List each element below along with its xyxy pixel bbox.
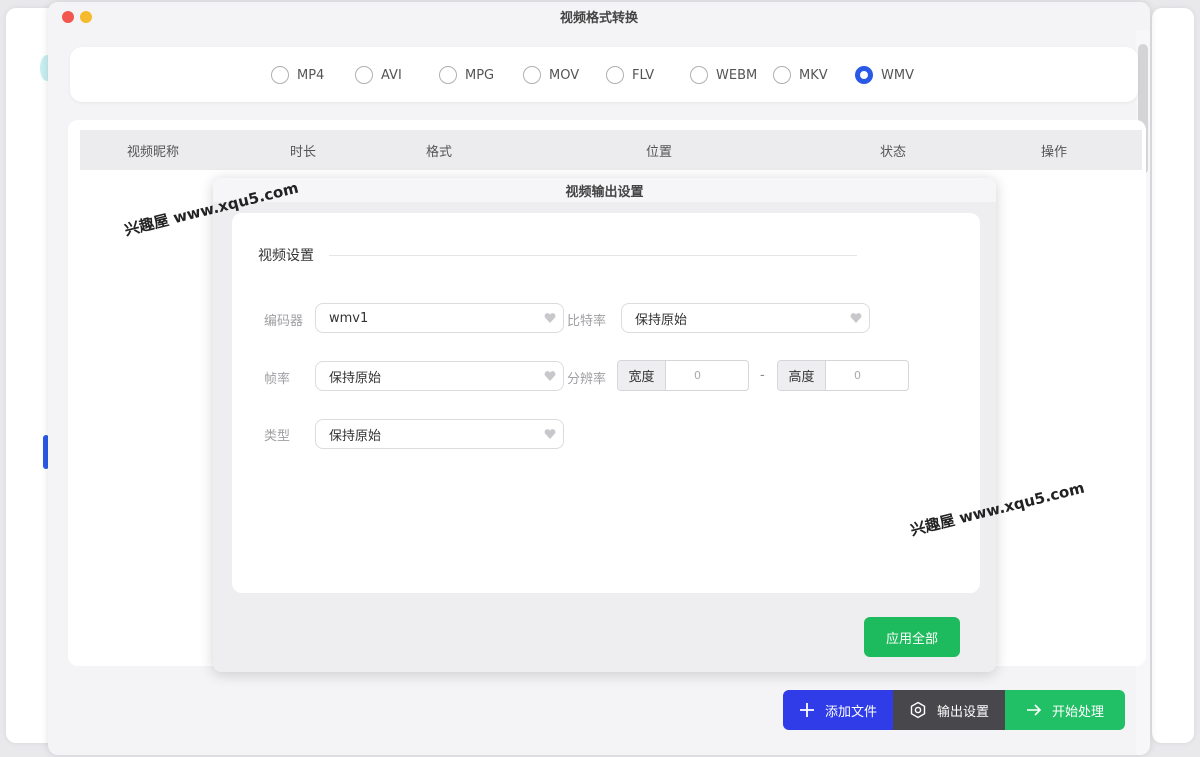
column-header-status: 状态 <box>880 144 907 160</box>
encoder-value: wmv1 <box>329 310 369 326</box>
format-option-mpg[interactable]: MPG <box>439 66 494 84</box>
plus-icon <box>799 703 814 717</box>
encoder-select[interactable]: wmv1 <box>315 303 564 333</box>
minimize-window-button[interactable] <box>80 11 92 23</box>
format-label: MOV <box>549 67 580 83</box>
format-option-wmv[interactable]: WMV <box>855 66 914 84</box>
radio-button[interactable] <box>773 66 791 84</box>
radio-button[interactable] <box>523 66 541 84</box>
framerate-select[interactable]: 保持原始 <box>315 361 564 391</box>
window-title: 视频格式转换 <box>559 10 638 26</box>
title-bar: 视频格式转换 <box>48 2 1150 30</box>
height-label: 高度 <box>778 361 826 390</box>
format-label: FLV <box>632 67 655 83</box>
table-header: 视频昵称 时长 格式 位置 状态 操作 <box>80 130 1142 170</box>
height-field[interactable]: 高度 0 <box>777 360 909 391</box>
bitrate-select[interactable]: 保持原始 <box>621 303 870 333</box>
format-option-mp4[interactable]: MP4 <box>271 66 324 84</box>
dropdown-arrow-icon <box>544 313 556 323</box>
format-option-flv[interactable]: FLV <box>606 66 654 84</box>
height-input[interactable]: 0 <box>826 361 908 390</box>
add-file-button[interactable]: 添加文件 <box>783 690 893 730</box>
column-header-duration: 时长 <box>290 144 317 160</box>
output-settings-button[interactable]: 输出设置 <box>893 690 1005 730</box>
start-processing-button[interactable]: 开始处理 <box>1005 690 1125 730</box>
encoder-label: 编码器 <box>264 314 304 329</box>
format-label: MPG <box>465 67 495 83</box>
window-controls <box>62 11 92 23</box>
close-window-button[interactable] <box>62 11 74 23</box>
settings-icon <box>910 701 926 719</box>
format-option-avi[interactable]: AVI <box>355 66 402 84</box>
radio-button[interactable] <box>355 66 373 84</box>
column-header-format: 格式 <box>426 144 453 160</box>
width-input[interactable]: 0 <box>666 361 748 390</box>
radio-button-checked[interactable] <box>855 66 873 84</box>
column-header-location: 位置 <box>646 144 673 160</box>
framerate-label: 帧率 <box>264 372 291 387</box>
format-label: WEBM <box>716 67 758 83</box>
bitrate-value: 保持原始 <box>635 312 688 328</box>
background-window-right <box>1152 8 1194 743</box>
radio-button[interactable] <box>606 66 624 84</box>
format-label: MP4 <box>297 67 325 83</box>
resolution-separator: - <box>760 368 765 383</box>
start-processing-label: 开始处理 <box>1051 704 1104 720</box>
radio-button[interactable] <box>271 66 289 84</box>
format-option-mkv[interactable]: MKV <box>773 66 828 84</box>
resolution-label: 分辨率 <box>567 372 607 387</box>
format-label: WMV <box>881 67 914 83</box>
dialog-title: 视频输出设置 <box>213 178 996 202</box>
format-label: MKV <box>799 67 828 83</box>
action-toolbar: 添加文件 输出设置 开始处理 <box>783 690 1125 730</box>
format-label: AVI <box>381 67 402 83</box>
bitrate-label: 比特率 <box>567 314 607 329</box>
type-label: 类型 <box>264 429 291 444</box>
width-label: 宽度 <box>618 361 666 390</box>
section-divider <box>329 255 857 256</box>
output-settings-dialog: 视频输出设置 视频设置 编码器 wmv1 比特率 保持原始 帧率 保持原始 分辨… <box>213 178 996 672</box>
format-option-webm[interactable]: WEBM <box>690 66 757 84</box>
framerate-value: 保持原始 <box>329 370 382 386</box>
video-settings-panel: 视频设置 编码器 wmv1 比特率 保持原始 帧率 保持原始 分辨率 宽度 0 … <box>232 213 980 593</box>
radio-button[interactable] <box>439 66 457 84</box>
dropdown-arrow-icon <box>544 371 556 381</box>
apply-all-button[interactable]: 应用全部 <box>864 617 960 657</box>
section-title: 视频设置 <box>258 248 314 264</box>
dropdown-arrow-icon <box>544 429 556 439</box>
width-field[interactable]: 宽度 0 <box>617 360 749 391</box>
add-file-label: 添加文件 <box>824 704 877 720</box>
arrow-right-icon <box>1026 704 1042 716</box>
format-selector: MP4 AVI MPG MOV FLV WEBM MKV WMV <box>70 47 1138 102</box>
output-settings-label: 输出设置 <box>936 704 989 720</box>
dropdown-arrow-icon <box>850 313 862 323</box>
format-option-mov[interactable]: MOV <box>523 66 579 84</box>
radio-button[interactable] <box>690 66 708 84</box>
type-value: 保持原始 <box>329 428 382 444</box>
column-header-actions: 操作 <box>1041 144 1068 160</box>
column-header-name: 视频昵称 <box>127 144 180 160</box>
type-select[interactable]: 保持原始 <box>315 419 564 449</box>
